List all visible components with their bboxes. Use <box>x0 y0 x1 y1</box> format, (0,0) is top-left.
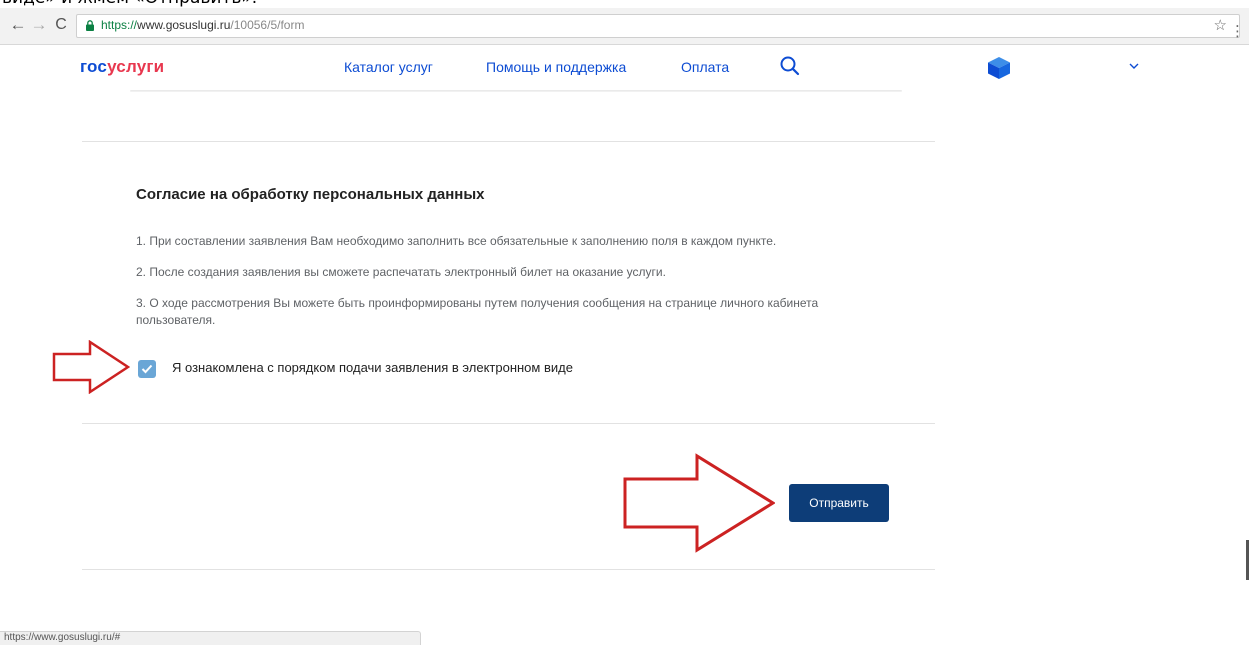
bookmark-star-icon[interactable]: ☆ <box>1214 16 1227 34</box>
browser-menu-icon[interactable]: ⋮ <box>1230 22 1245 40</box>
gosuslugi-logo[interactable]: госуслуги <box>80 57 164 77</box>
nav-help-link[interactable]: Помощь и поддержка <box>486 59 626 75</box>
section-divider-middle <box>82 423 935 424</box>
pointer-arrow-icon <box>623 453 775 553</box>
submit-button[interactable]: Отправить <box>789 484 889 522</box>
url-host: www.gosuslugi.ru <box>137 18 231 32</box>
caption-text: виде» и жмем «Отправить». <box>0 0 1249 8</box>
nav-catalog-link[interactable]: Каталог услуг <box>344 59 433 75</box>
pointer-arrow-icon <box>52 340 130 394</box>
consent-rule-3: 3. О ходе рассмотрения Вы можете быть пр… <box>136 296 819 327</box>
section-divider-bottom <box>82 569 935 570</box>
reload-icon[interactable]: C <box>51 14 71 36</box>
logo-part-uslugi: услуги <box>107 57 165 76</box>
profile-cube-icon[interactable] <box>986 56 1012 80</box>
status-bar-url: https://www.gosuslugi.ru/# <box>4 632 121 643</box>
browser-toolbar: ← → C https://www.gosuslugi.ru/10056/5/f… <box>0 8 1249 45</box>
previous-field-edge <box>130 90 902 92</box>
lock-icon <box>86 20 94 31</box>
logo-part-gos: гос <box>80 57 108 76</box>
browser-status-bar: https://www.gosuslugi.ru/# <box>0 631 421 645</box>
section-divider-top <box>82 141 935 142</box>
caption-text-content: виде» и жмем «Отправить». <box>2 0 257 8</box>
consent-checkbox-label[interactable]: Я ознакомлена с порядком подачи заявлени… <box>172 360 573 375</box>
consent-section-title: Согласие на обработку персональных данны… <box>136 186 485 203</box>
consent-rule-1: 1. При составлении заявления Вам необход… <box>136 234 777 248</box>
url-scheme: https:// <box>101 18 138 32</box>
nav-payment-link[interactable]: Оплата <box>681 59 729 75</box>
consent-checkbox[interactable] <box>138 360 156 378</box>
forward-arrow-icon[interactable]: → <box>29 14 49 36</box>
address-bar[interactable]: https://www.gosuslugi.ru/10056/5/form ☆ <box>76 14 1240 38</box>
chevron-down-icon[interactable] <box>1127 61 1141 71</box>
url-path: /10056/5/form <box>230 18 305 32</box>
url-text: https://www.gosuslugi.ru/10056/5/form <box>101 18 304 32</box>
consent-rule-2: 2. После создания заявления вы сможете р… <box>136 265 666 279</box>
checkmark-icon <box>141 364 153 374</box>
search-icon[interactable] <box>779 55 801 77</box>
site-header: госуслуги Каталог услуг Помощь и поддерж… <box>0 45 1249 91</box>
back-arrow-icon[interactable]: ← <box>8 14 28 36</box>
